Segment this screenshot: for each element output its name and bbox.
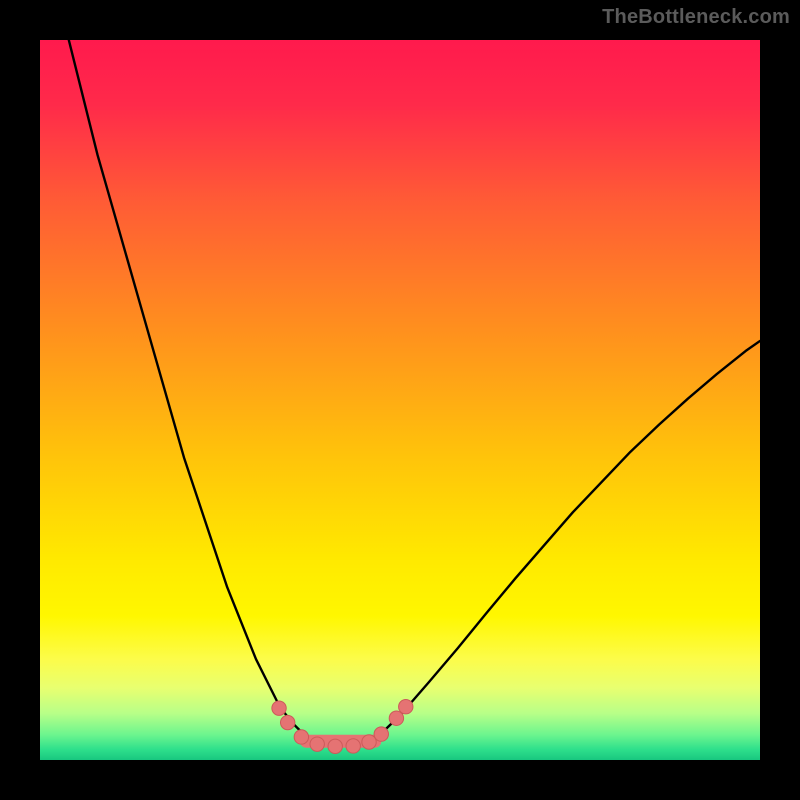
curve-marker	[399, 700, 413, 714]
curve-marker	[362, 735, 376, 749]
curve-marker	[374, 727, 388, 741]
bottleneck-curve	[69, 40, 760, 746]
curve-marker	[328, 739, 342, 753]
curve-marker	[389, 711, 403, 725]
curve-marker	[294, 730, 308, 744]
curve-markers	[272, 700, 413, 754]
chart-frame: TheBottleneck.com	[0, 0, 800, 800]
curve-layer	[40, 40, 760, 760]
curve-marker	[310, 737, 324, 751]
plot-area	[40, 40, 760, 760]
curve-marker	[280, 715, 294, 729]
watermark-text: TheBottleneck.com	[602, 6, 790, 29]
curve-marker	[346, 739, 360, 753]
curve-marker	[272, 701, 286, 715]
